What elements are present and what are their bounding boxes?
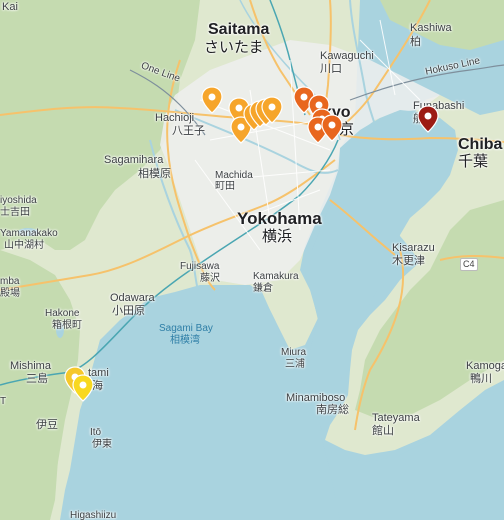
- label-mishima: Mishima: [10, 360, 51, 372]
- label-yokohama-jp: 横浜: [262, 228, 293, 245]
- label-chiba: Chiba: [458, 136, 503, 153]
- label-gotemba-jp: 殿場: [0, 288, 20, 299]
- label-minamiboso-jp: 南房総: [316, 404, 349, 416]
- label-ito: Itō: [90, 427, 102, 438]
- label-odawara-jp: 小田原: [112, 305, 145, 317]
- label-hachioji: Hachioji: [155, 112, 195, 124]
- pin-cluster-4[interactable]: [261, 96, 283, 124]
- label-kamakura: Kamakura: [253, 271, 299, 282]
- label-kashiwa: Kashiwa: [410, 22, 452, 34]
- pin-hachioji[interactable]: [201, 86, 223, 114]
- label-yoshida-jp: 士吉田: [0, 207, 30, 218]
- label-kawaguchi-jp: 川口: [320, 63, 342, 75]
- label-fujisawa: Fujisawa: [180, 261, 220, 272]
- label-minamiboso: Minamiboso: [286, 392, 346, 404]
- label-hakone: Hakone: [45, 308, 80, 319]
- label-machida-jp: 町田: [215, 181, 235, 192]
- map-base: [0, 0, 504, 520]
- label-machida: Machida: [215, 170, 253, 181]
- pin-funabashi[interactable]: [417, 105, 439, 133]
- road-shield-c4: C4: [460, 258, 478, 271]
- label-chiba-jp: 千葉: [458, 153, 489, 170]
- label-miura-jp: 三浦: [285, 359, 305, 370]
- label-yamanakako: Yamanakako: [0, 228, 58, 239]
- label-sagami-bay-jp: 相模湾: [170, 335, 200, 346]
- label-sagami-bay: Sagami Bay: [159, 323, 213, 334]
- label-mishima-jp: 三島: [26, 373, 48, 385]
- label-kamogawa: Kamogaw: [466, 360, 504, 372]
- label-ito-jp: 伊東: [92, 439, 112, 450]
- label-izu-jp: 伊豆: [36, 419, 58, 431]
- label-saitama: Saitama: [208, 21, 270, 38]
- label-tsu: T: [0, 396, 7, 407]
- label-yokohama: Yokohama: [237, 209, 322, 228]
- label-gotemba: mba: [0, 276, 20, 287]
- label-kai: Kai: [2, 1, 18, 13]
- label-yamanakako-jp: 山中湖村: [4, 240, 44, 251]
- label-kamogawa-jp: 鴨川: [470, 373, 492, 385]
- label-yoshida: iyoshida: [0, 195, 37, 206]
- label-kamakura-jp: 鎌倉: [253, 283, 273, 294]
- pin-atami-2[interactable]: [72, 374, 94, 402]
- label-hachioji-jp: 八王子: [172, 125, 205, 137]
- label-sagamihara: Sagamihara: [104, 154, 164, 166]
- label-higashiizu: Higashiizu: [70, 510, 117, 520]
- label-odawara: Odawara: [110, 292, 155, 304]
- pin-tokyo-5[interactable]: [321, 114, 343, 142]
- label-sagamihara-jp: 相模原: [138, 168, 171, 180]
- label-kisarazu: Kisarazu: [392, 242, 435, 254]
- label-tateyama: Tateyama: [372, 412, 420, 424]
- map[interactable]: Saitama さいたま Kawaguchi 川口 Kashiwa 柏 Kai …: [0, 0, 504, 520]
- label-kisarazu-jp: 木更津: [392, 255, 425, 267]
- label-saitama-jp: さいたま: [204, 39, 264, 56]
- label-kawaguchi: Kawaguchi: [320, 50, 374, 62]
- label-hakone-jp: 箱根町: [52, 320, 82, 331]
- label-miura: Miura: [281, 347, 307, 358]
- label-tateyama-jp: 館山: [372, 425, 394, 437]
- label-fujisawa-jp: 藤沢: [200, 273, 220, 284]
- label-kashiwa-jp: 柏: [410, 36, 421, 48]
